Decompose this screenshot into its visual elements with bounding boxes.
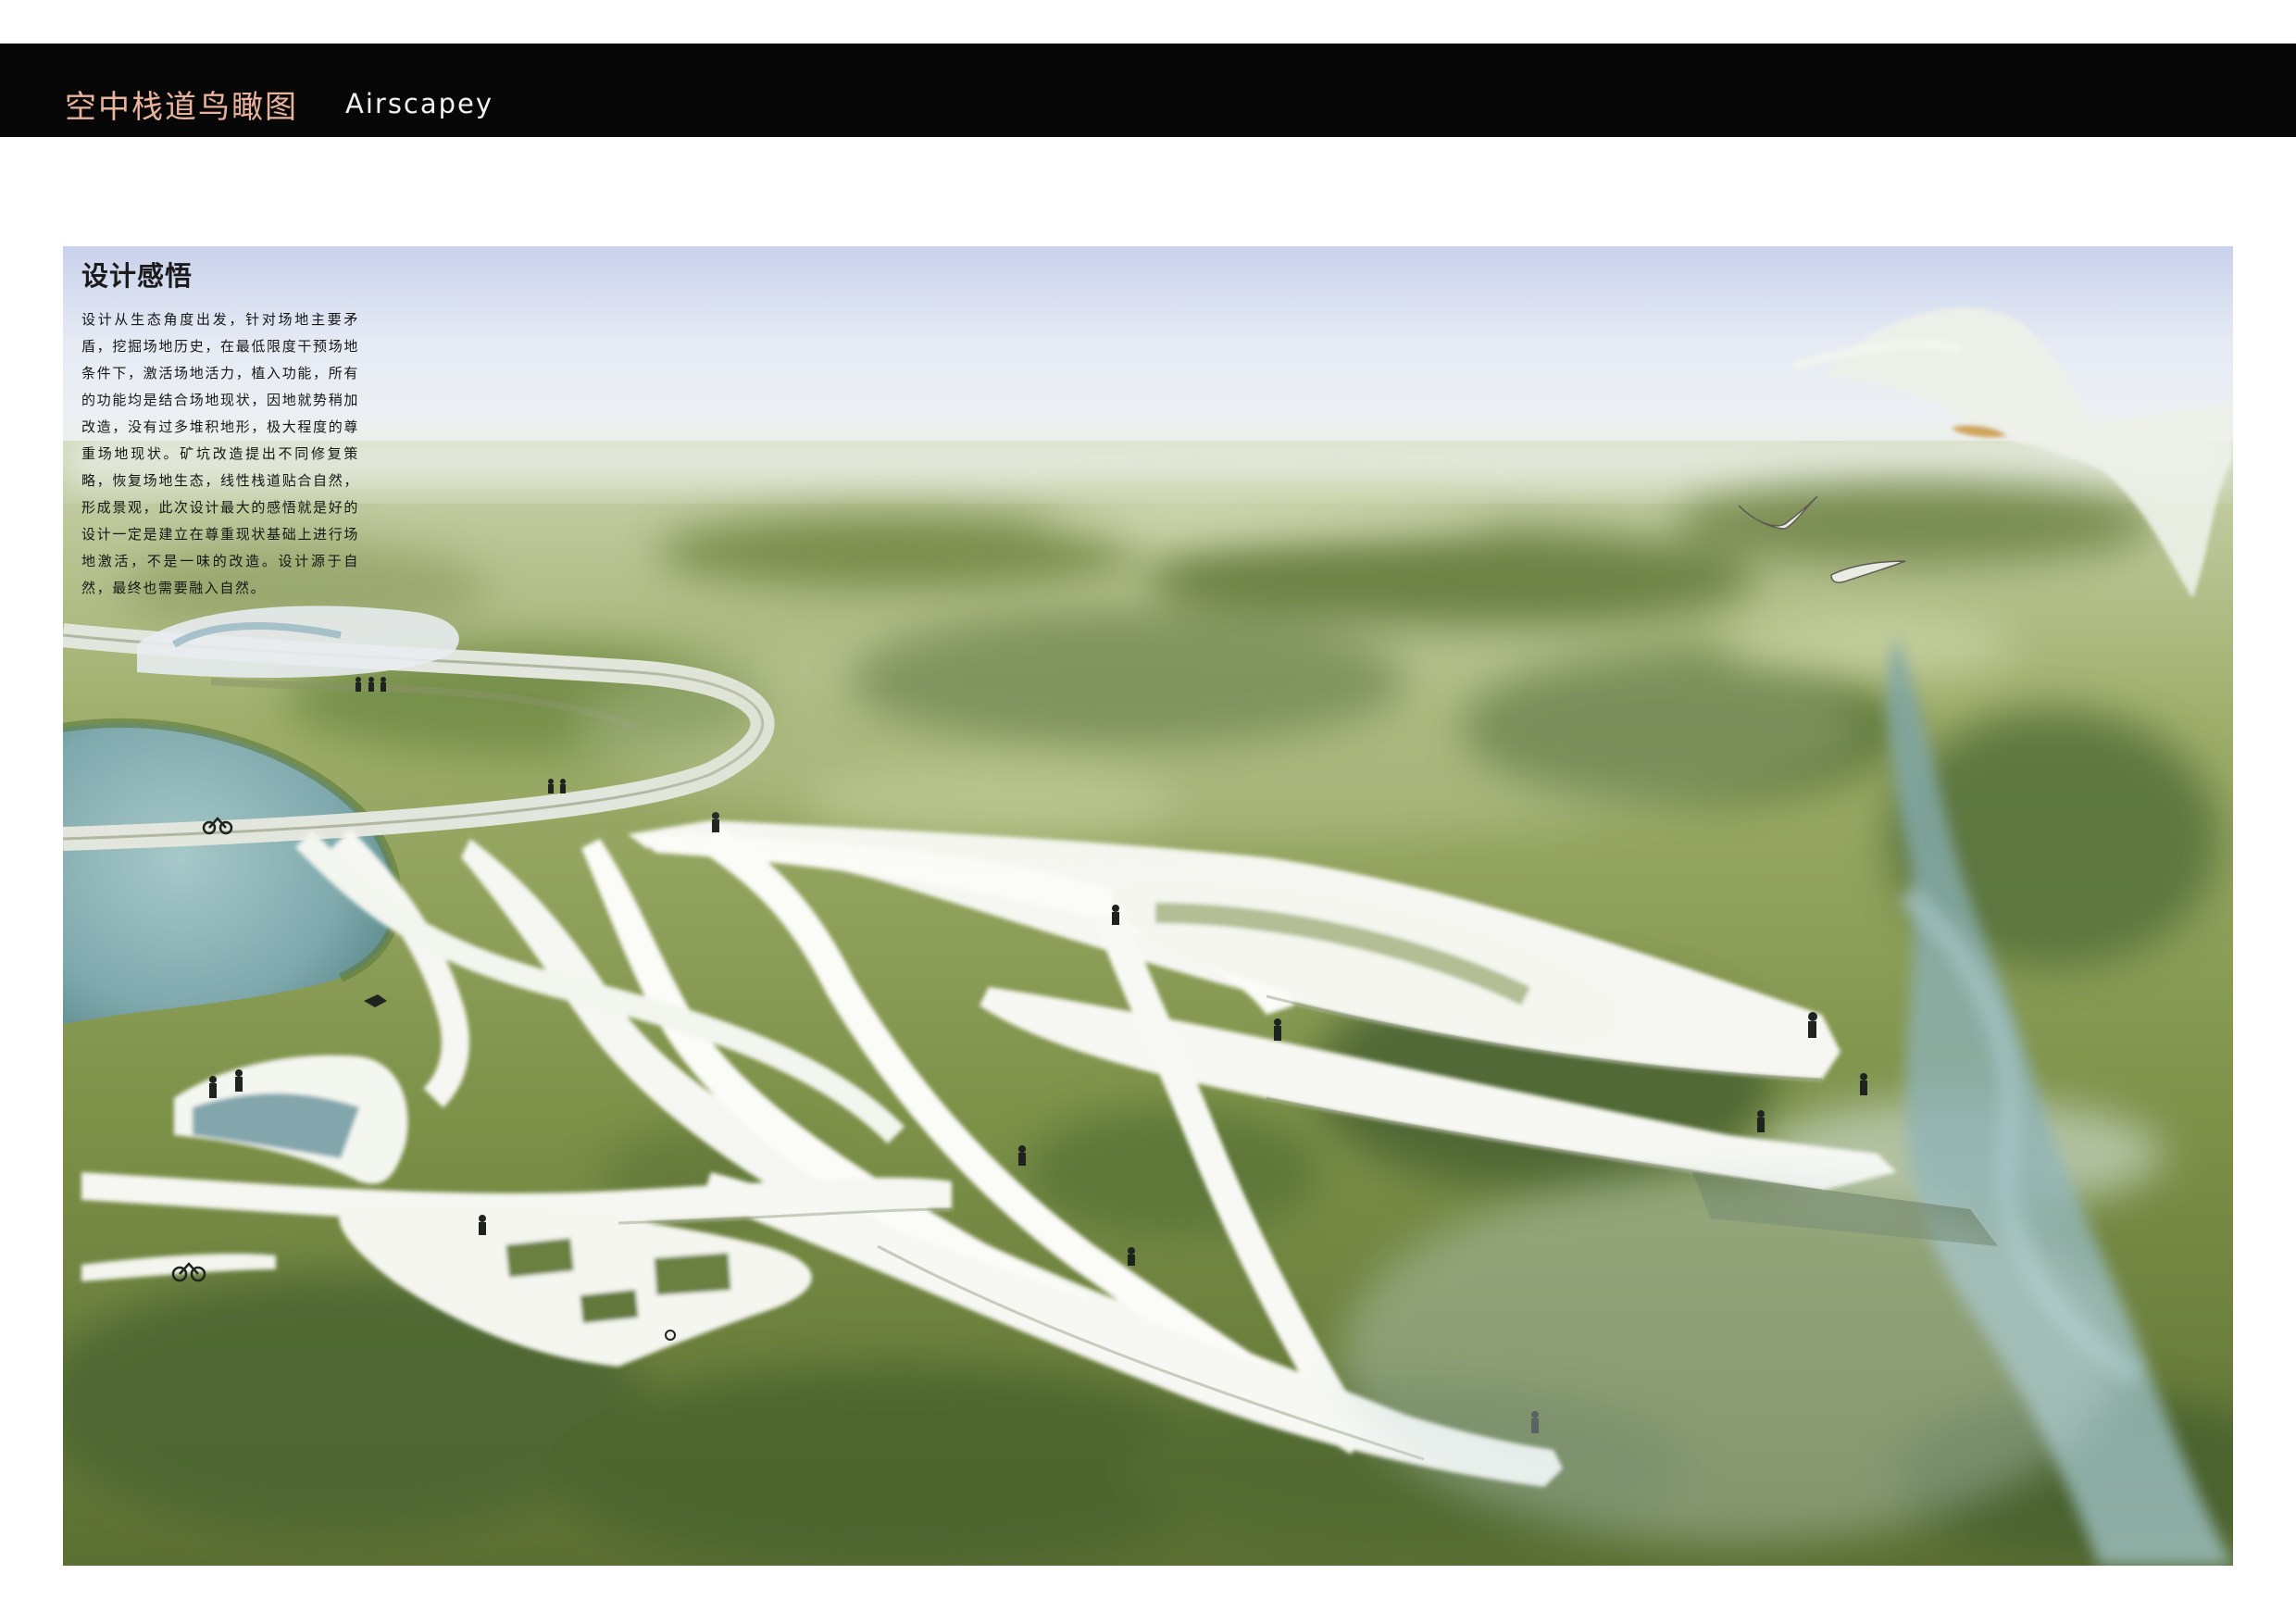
- page-title-chinese: 空中栈道鸟瞰图: [65, 89, 298, 126]
- aerial-rendering: [63, 246, 2233, 1566]
- title-bar: [0, 44, 2296, 137]
- design-reflection-heading: 设计感悟: [81, 260, 193, 292]
- page-title-english: Airscapey: [345, 88, 494, 119]
- poster-page: 空中栈道鸟瞰图 Airscapey 设计感悟 设计从生态角度出发，针对场地主要矛…: [0, 0, 2296, 1624]
- design-reflection-text: 设计从生态角度出发，针对场地主要矛盾，挖掘场地历史，在最低限度干预场地条件下，激…: [81, 311, 359, 596]
- design-reflection-panel: 设计感悟 设计从生态角度出发，针对场地主要矛盾，挖掘场地历史，在最低限度干预场地…: [81, 255, 359, 602]
